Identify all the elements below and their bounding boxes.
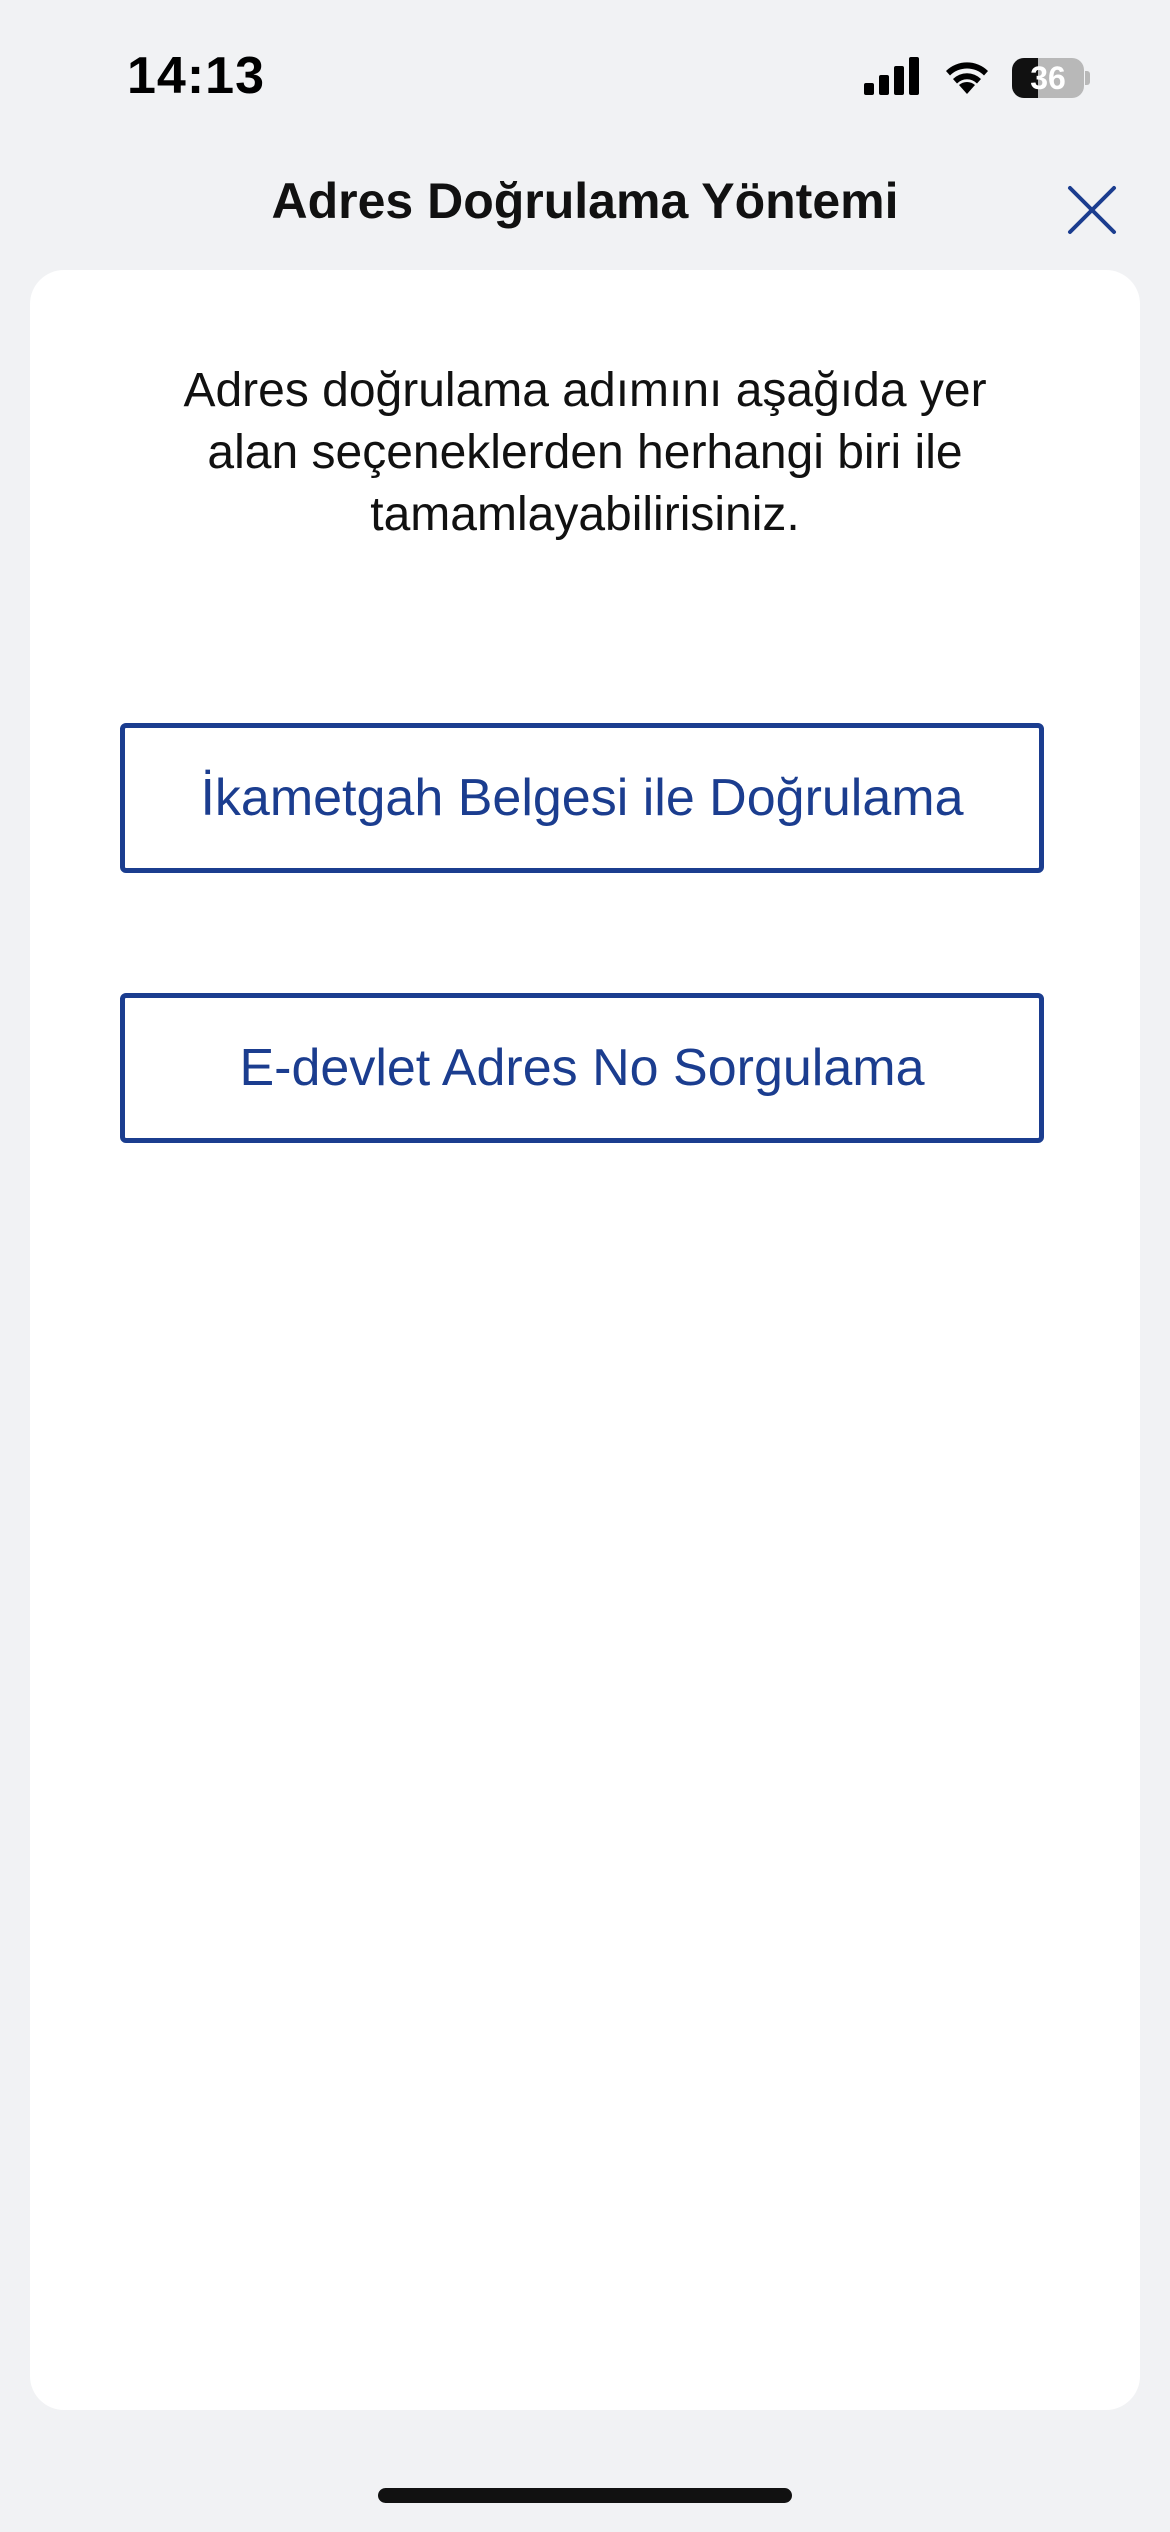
battery-body: 36 <box>1012 58 1084 98</box>
wifi-icon <box>940 56 994 101</box>
status-time: 14:13 <box>127 47 265 105</box>
battery-icon: 36 <box>1012 58 1090 98</box>
intro-text: Adres doğrulama adımını aşağıda yer alan… <box>183 364 987 541</box>
content-card: Adres doğrulama adımını aşağıda yer alan… <box>30 270 1140 2410</box>
status-icons: 36 <box>864 54 1090 102</box>
edevlet-address-query-option-button[interactable]: E-devlet Adres No Sorgulama <box>120 993 1044 1143</box>
battery-level: 36 <box>1030 60 1066 96</box>
option-label: E-devlet Adres No Sorgulama <box>239 1039 925 1097</box>
page-title: Adres Doğrulama Yöntemi <box>271 173 899 229</box>
residence-certificate-option-button[interactable]: İkametgah Belgesi ile Doğrulama <box>120 723 1044 873</box>
battery-tip <box>1085 71 1090 85</box>
close-icon <box>1068 186 1116 234</box>
close-button[interactable] <box>1062 180 1122 240</box>
cellular-signal-icon <box>864 56 922 100</box>
option-label: İkametgah Belgesi ile Doğrulama <box>200 769 964 827</box>
home-indicator <box>378 2488 792 2503</box>
status-bar: 14:13 36 <box>0 0 1170 150</box>
